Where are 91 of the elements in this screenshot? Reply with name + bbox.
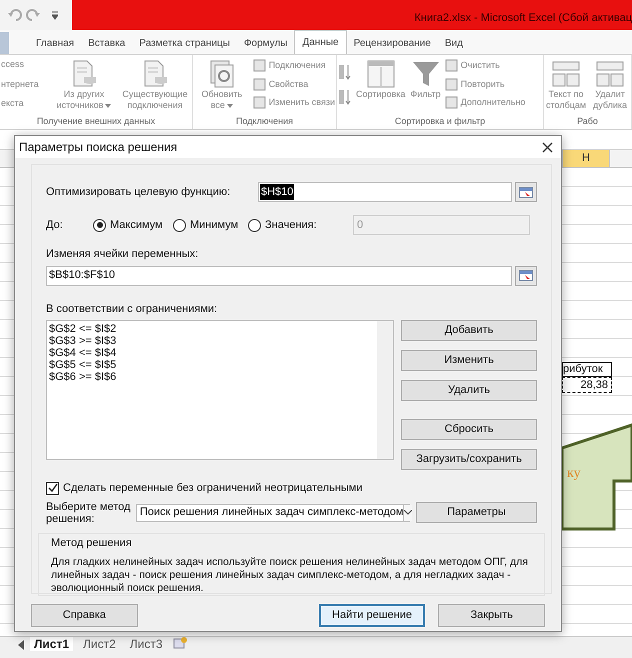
ribbon-button[interactable]: Обновить все <box>194 59 250 113</box>
ribbon-command[interactable]: Свойства <box>252 78 335 90</box>
close-icon[interactable] <box>542 142 553 152</box>
constraints-list[interactable]: $G$2 <= $I$2 $G$3 >= $I$3 $G$4 <= $I$4 $G$5 <= $I$5 $G$6 >= $I$6 <box>46 320 394 460</box>
ribbon-button[interactable]: Текст по столбцам <box>545 59 588 113</box>
ribbon-command[interactable]: Дополнительно <box>444 96 526 109</box>
cell-range-icon <box>519 186 533 198</box>
ribbon-button[interactable]: Из других источников <box>50 59 118 113</box>
ribbon-group-label: Получение внешних данных <box>36 115 156 128</box>
constraint-item[interactable]: $G$2 <= $I$2 <box>49 323 377 335</box>
field-label: В соответствии с ограничениями: <box>46 302 218 316</box>
sheet-tab[interactable]: Лист3 <box>126 637 167 651</box>
field-label: Оптимизировать целевую функцию: <box>46 184 232 200</box>
redo-icon[interactable] <box>26 9 40 21</box>
dialog-button[interactable]: Справка <box>31 604 138 627</box>
dialog-title: Параметры поиска решения <box>19 139 178 156</box>
ribbon-command[interactable]: Изменить связи <box>252 96 335 109</box>
radio-button[interactable]: Максимум <box>93 216 173 234</box>
field-label: Выберите метод решения: <box>46 500 132 524</box>
sort-descending-icon[interactable] <box>338 88 351 106</box>
variables-field[interactable]: $B$10:$F$10 <box>46 266 512 286</box>
sort-ascending-icon[interactable] <box>338 62 351 80</box>
customize-toolbar-icon[interactable] <box>52 10 58 20</box>
table-icon <box>551 59 582 89</box>
dialog-button[interactable]: Загрузить/сохранить <box>401 449 537 470</box>
window-title: Книга2.xlsx - Microsoft Excel (Сбой активац <box>414 10 632 26</box>
small-icon <box>252 78 266 90</box>
small-icon <box>444 78 458 90</box>
ribbon-button[interactable]: Существующие подключения <box>121 59 189 113</box>
column-header[interactable]: H <box>562 150 610 167</box>
checkmark-icon <box>48 483 58 494</box>
dialog-button[interactable]: Изменить <box>401 350 537 371</box>
dialog-button[interactable]: Закрыть <box>438 604 546 627</box>
ribbon-tab[interactable]: Рецензирование <box>346 32 438 54</box>
undo-icon[interactable] <box>8 9 22 21</box>
ribbon-group-label: Подключения <box>235 115 294 128</box>
ribbon-tab[interactable]: Вставка <box>81 32 132 54</box>
sheet-nav-icon[interactable] <box>18 640 24 650</box>
constraint-item[interactable]: $G$4 <= $I$4 <box>49 347 377 359</box>
objective-field[interactable]: $H$10 <box>258 182 512 202</box>
small-icon <box>444 59 458 72</box>
constraint-item[interactable]: $G$5 <= $I$5 <box>49 359 377 371</box>
nonnegative-checkbox[interactable]: Сделать переменные без ограничений неотрицательными <box>46 480 537 496</box>
dialog-button[interactable]: Параметры <box>416 502 537 523</box>
ribbon-button[interactable]: Фильтр <box>409 59 442 113</box>
sort-box-icon <box>366 59 396 89</box>
field-label: До: <box>46 218 64 233</box>
group-title: Метод решения <box>51 536 133 550</box>
field-label: Изменяя ячейки переменных: <box>46 247 200 262</box>
ribbon-tab[interactable]: Разметка страницы <box>132 32 237 54</box>
caret-icon <box>226 104 233 108</box>
scrollbar[interactable] <box>377 321 393 459</box>
ribbon-command[interactable]: Повторить <box>444 78 526 90</box>
table-icon <box>595 59 626 89</box>
collapse-dialog-button[interactable] <box>515 182 537 202</box>
ribbon-tab[interactable]: Главная <box>29 32 82 54</box>
dialog-button[interactable]: Найти решение <box>318 604 426 627</box>
ribbon-command[interactable]: Подключения <box>252 59 335 72</box>
dialog-button[interactable]: Удалить <box>401 380 537 401</box>
ribbon-tab[interactable]: Данные <box>294 30 347 54</box>
ribbon-command[interactable]: нтернета <box>1 78 47 90</box>
ribbon-command[interactable]: екста <box>1 98 47 109</box>
cell-range-icon <box>519 270 533 281</box>
sheet-tab[interactable]: Лист1 <box>30 637 74 651</box>
ribbon-command[interactable]: Очистить <box>444 59 526 72</box>
ribbon-button[interactable]: Сортировка <box>355 59 406 113</box>
funnel-icon <box>410 59 441 89</box>
ribbon-command[interactable]: ccess <box>1 59 47 70</box>
small-icon <box>252 96 266 109</box>
dialog-button[interactable]: Добавить <box>401 320 537 341</box>
ribbon-tab[interactable]: Вид <box>438 32 470 54</box>
table-cell: рибуток <box>562 362 612 377</box>
radio-button[interactable]: Значения: <box>248 216 323 234</box>
small-icon <box>252 59 266 72</box>
ribbon-tab[interactable]: Формулы <box>236 32 294 54</box>
ribbon-group-label: Сортировка и фильтр <box>394 115 486 128</box>
constraint-item[interactable]: $G$6 >= $I$6 <box>49 371 377 383</box>
ribbon-group-label: Рабо <box>576 115 599 128</box>
small-icon <box>444 96 458 109</box>
caret-icon <box>105 104 112 108</box>
ribbon-button[interactable]: Удалит дублика <box>590 59 630 113</box>
shape-text: ку <box>567 466 581 482</box>
radio-button[interactable]: Минимум <box>173 216 248 234</box>
collapse-dialog-button[interactable] <box>515 266 537 286</box>
dialog-button[interactable]: Сбросить <box>401 419 537 440</box>
sheet-tab[interactable]: Лист2 <box>79 637 120 651</box>
table-cell: 28,38 <box>562 377 612 393</box>
constraint-item[interactable]: $G$3 >= $I$3 <box>49 335 377 347</box>
new-sheet-icon[interactable] <box>172 637 187 649</box>
method-select[interactable]: Поиск решения линейных задач симплекс-методом <box>136 504 410 522</box>
method-description: Для гладких нелинейных задач используйте поиск решения нелинейных задач методом ОПГ, для линейных задач - поиск решения линейных задач симплекс-методом, а для негладких задач - эволюционный поиск решения. <box>51 556 529 594</box>
